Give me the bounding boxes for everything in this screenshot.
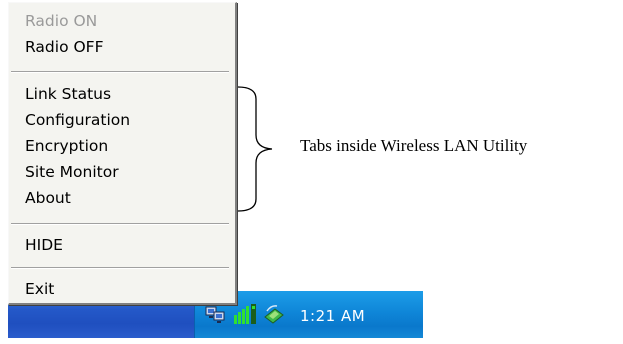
menu-item-hide[interactable]: HIDE	[25, 236, 63, 254]
menu-item-exit[interactable]: Exit	[25, 280, 54, 298]
menu-item-radio-off[interactable]: Radio OFF	[25, 38, 104, 56]
menu-separator	[11, 71, 229, 73]
curly-brace-icon	[237, 86, 273, 212]
menu-item-radio-on[interactable]: Radio ON	[25, 12, 97, 30]
menu-item-configuration[interactable]: Configuration	[25, 111, 130, 129]
tray-clock[interactable]: 1:21 AM	[300, 307, 365, 325]
network-computers-icon[interactable]	[205, 303, 227, 325]
signal-strength-icon[interactable]	[233, 303, 256, 325]
menu-item-about[interactable]: About	[25, 189, 71, 207]
menu-item-site-monitor[interactable]: Site Monitor	[25, 163, 119, 181]
menu-item-link-status[interactable]: Link Status	[25, 85, 111, 103]
annotation-label: Tabs inside Wireless LAN Utility	[300, 136, 528, 155]
wireless-adapter-icon[interactable]	[263, 303, 285, 325]
menu-item-encryption[interactable]: Encryption	[25, 137, 108, 155]
menu-separator	[11, 223, 229, 225]
tray-context-menu: Radio ON Radio OFF Link Status Configura…	[8, 2, 237, 305]
menu-separator	[11, 267, 229, 269]
